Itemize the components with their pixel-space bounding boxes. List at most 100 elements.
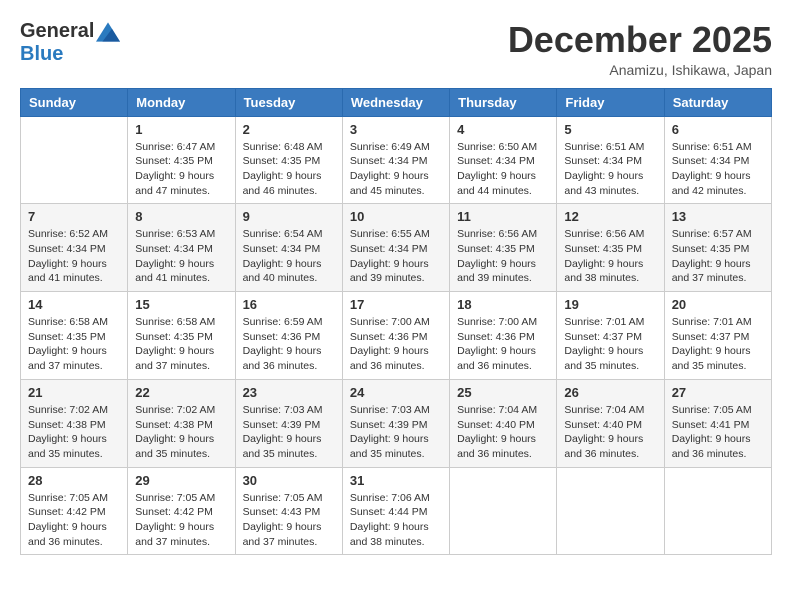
day-number: 6 <box>672 122 764 137</box>
calendar-cell: 12 Sunrise: 6:56 AM Sunset: 4:35 PM Dayli… <box>557 204 664 292</box>
calendar-cell: 6Sunrise: 6:51 AM Sunset: 4:34 PM Daylig… <box>664 116 771 204</box>
day-number: 12 <box>564 209 656 224</box>
day-info: Sunrise: 6:56 AM Sunset: 4:35 PM Dayligh… <box>457 227 549 286</box>
day-number: 26 <box>564 385 656 400</box>
day-number: 25 <box>457 385 549 400</box>
calendar-cell <box>450 467 557 555</box>
day-number: 29 <box>135 473 227 488</box>
day-info: Sunrise: 7:01 AM Sunset: 4:37 PM Dayligh… <box>564 315 656 374</box>
day-number: 11 <box>457 209 549 224</box>
day-number: 4 <box>457 122 549 137</box>
calendar-header-row: SundayMondayTuesdayWednesdayThursdayFrid… <box>21 88 772 116</box>
day-number: 30 <box>243 473 335 488</box>
day-info: Sunrise: 6:54 AM Sunset: 4:34 PM Dayligh… <box>243 227 335 286</box>
day-info: Sunrise: 6:51 AM Sunset: 4:34 PM Dayligh… <box>564 140 656 199</box>
day-info: Sunrise: 6:49 AM Sunset: 4:34 PM Dayligh… <box>350 140 442 199</box>
week-row-5: 28 Sunrise: 7:05 AM Sunset: 4:42 PM Dayli… <box>21 467 772 555</box>
day-number: 9 <box>243 209 335 224</box>
day-number: 17 <box>350 297 442 312</box>
header-tuesday: Tuesday <box>235 88 342 116</box>
day-number: 3 <box>350 122 442 137</box>
week-row-3: 14 Sunrise: 6:58 AM Sunset: 4:35 PM Dayli… <box>21 292 772 380</box>
day-info: Sunrise: 6:47 AM Sunset: 4:35 PM Dayligh… <box>135 140 227 199</box>
calendar-cell: 1 Sunrise: 6:47 AM Sunset: 4:35 PM Daylig… <box>128 116 235 204</box>
day-info: Sunrise: 7:02 AM Sunset: 4:38 PM Dayligh… <box>28 403 120 462</box>
day-info: Sunrise: 7:05 AM Sunset: 4:42 PM Dayligh… <box>28 491 120 550</box>
day-info: Sunrise: 7:05 AM Sunset: 4:42 PM Dayligh… <box>135 491 227 550</box>
day-number: 24 <box>350 385 442 400</box>
calendar-cell: 14 Sunrise: 6:58 AM Sunset: 4:35 PM Dayli… <box>21 292 128 380</box>
day-number: 2 <box>243 122 335 137</box>
day-info: Sunrise: 7:04 AM Sunset: 4:40 PM Dayligh… <box>457 403 549 462</box>
header-friday: Friday <box>557 88 664 116</box>
day-number: 31 <box>350 473 442 488</box>
calendar-cell: 4 Sunrise: 6:50 AM Sunset: 4:34 PM Daylig… <box>450 116 557 204</box>
day-info: Sunrise: 6:59 AM Sunset: 4:36 PM Dayligh… <box>243 315 335 374</box>
calendar-cell: 26 Sunrise: 7:04 AM Sunset: 4:40 PM Dayli… <box>557 379 664 467</box>
calendar-cell: 9 Sunrise: 6:54 AM Sunset: 4:34 PM Daylig… <box>235 204 342 292</box>
calendar-cell: 3 Sunrise: 6:49 AM Sunset: 4:34 PM Daylig… <box>342 116 449 204</box>
day-number: 28 <box>28 473 120 488</box>
day-number: 22 <box>135 385 227 400</box>
page-header: General Blue December 2025 Anamizu, Ishi… <box>20 20 772 78</box>
calendar-cell: 18 Sunrise: 7:00 AM Sunset: 4:36 PM Dayli… <box>450 292 557 380</box>
day-number: 14 <box>28 297 120 312</box>
day-info: Sunrise: 6:50 AM Sunset: 4:34 PM Dayligh… <box>457 140 549 199</box>
week-row-1: 1 Sunrise: 6:47 AM Sunset: 4:35 PM Daylig… <box>21 116 772 204</box>
calendar-cell: 11 Sunrise: 6:56 AM Sunset: 4:35 PM Dayli… <box>450 204 557 292</box>
week-row-2: 7Sunrise: 6:52 AM Sunset: 4:34 PM Daylig… <box>21 204 772 292</box>
calendar-cell: 23 Sunrise: 7:03 AM Sunset: 4:39 PM Dayli… <box>235 379 342 467</box>
calendar-cell <box>21 116 128 204</box>
day-info: Sunrise: 7:01 AM Sunset: 4:37 PM Dayligh… <box>672 315 764 374</box>
calendar-cell: 8 Sunrise: 6:53 AM Sunset: 4:34 PM Daylig… <box>128 204 235 292</box>
logo-icon <box>96 22 120 42</box>
day-info: Sunrise: 6:53 AM Sunset: 4:34 PM Dayligh… <box>135 227 227 286</box>
calendar-cell: 17 Sunrise: 7:00 AM Sunset: 4:36 PM Dayli… <box>342 292 449 380</box>
day-number: 21 <box>28 385 120 400</box>
week-row-4: 21 Sunrise: 7:02 AM Sunset: 4:38 PM Dayli… <box>21 379 772 467</box>
day-info: Sunrise: 7:00 AM Sunset: 4:36 PM Dayligh… <box>350 315 442 374</box>
day-info: Sunrise: 7:03 AM Sunset: 4:39 PM Dayligh… <box>350 403 442 462</box>
calendar-cell: 24 Sunrise: 7:03 AM Sunset: 4:39 PM Dayli… <box>342 379 449 467</box>
day-number: 8 <box>135 209 227 224</box>
day-number: 1 <box>135 122 227 137</box>
header-sunday: Sunday <box>21 88 128 116</box>
calendar-cell: 7Sunrise: 6:52 AM Sunset: 4:34 PM Daylig… <box>21 204 128 292</box>
calendar-cell <box>557 467 664 555</box>
day-number: 27 <box>672 385 764 400</box>
calendar-cell: 20Sunrise: 7:01 AM Sunset: 4:37 PM Dayli… <box>664 292 771 380</box>
day-info: Sunrise: 7:05 AM Sunset: 4:43 PM Dayligh… <box>243 491 335 550</box>
day-info: Sunrise: 7:04 AM Sunset: 4:40 PM Dayligh… <box>564 403 656 462</box>
day-info: Sunrise: 7:06 AM Sunset: 4:44 PM Dayligh… <box>350 491 442 550</box>
calendar-cell: 10Sunrise: 6:55 AM Sunset: 4:34 PM Dayli… <box>342 204 449 292</box>
day-number: 23 <box>243 385 335 400</box>
calendar-cell: 27 Sunrise: 7:05 AM Sunset: 4:41 PM Dayli… <box>664 379 771 467</box>
day-number: 19 <box>564 297 656 312</box>
day-info: Sunrise: 7:02 AM Sunset: 4:38 PM Dayligh… <box>135 403 227 462</box>
day-info: Sunrise: 6:57 AM Sunset: 4:35 PM Dayligh… <box>672 227 764 286</box>
day-info: Sunrise: 6:52 AM Sunset: 4:34 PM Dayligh… <box>28 227 120 286</box>
day-info: Sunrise: 7:00 AM Sunset: 4:36 PM Dayligh… <box>457 315 549 374</box>
day-info: Sunrise: 6:58 AM Sunset: 4:35 PM Dayligh… <box>135 315 227 374</box>
day-info: Sunrise: 7:03 AM Sunset: 4:39 PM Dayligh… <box>243 403 335 462</box>
calendar-cell: 2Sunrise: 6:48 AM Sunset: 4:35 PM Daylig… <box>235 116 342 204</box>
calendar-cell: 15Sunrise: 6:58 AM Sunset: 4:35 PM Dayli… <box>128 292 235 380</box>
calendar-cell: 31 Sunrise: 7:06 AM Sunset: 4:44 PM Dayli… <box>342 467 449 555</box>
calendar-cell: 5 Sunrise: 6:51 AM Sunset: 4:34 PM Daylig… <box>557 116 664 204</box>
header-monday: Monday <box>128 88 235 116</box>
calendar-cell: 21 Sunrise: 7:02 AM Sunset: 4:38 PM Dayli… <box>21 379 128 467</box>
logo-blue-text: Blue <box>20 43 63 66</box>
day-info: Sunrise: 6:58 AM Sunset: 4:35 PM Dayligh… <box>28 315 120 374</box>
day-info: Sunrise: 6:56 AM Sunset: 4:35 PM Dayligh… <box>564 227 656 286</box>
day-number: 18 <box>457 297 549 312</box>
title-section: December 2025 Anamizu, Ishikawa, Japan <box>508 20 772 78</box>
header-wednesday: Wednesday <box>342 88 449 116</box>
header-saturday: Saturday <box>664 88 771 116</box>
day-number: 5 <box>564 122 656 137</box>
location-text: Anamizu, Ishikawa, Japan <box>508 62 772 78</box>
day-info: Sunrise: 7:05 AM Sunset: 4:41 PM Dayligh… <box>672 403 764 462</box>
calendar-cell: 22 Sunrise: 7:02 AM Sunset: 4:38 PM Dayli… <box>128 379 235 467</box>
calendar-cell: 25 Sunrise: 7:04 AM Sunset: 4:40 PM Dayli… <box>450 379 557 467</box>
calendar-table: SundayMondayTuesdayWednesdayThursdayFrid… <box>20 88 772 556</box>
calendar-cell: 30 Sunrise: 7:05 AM Sunset: 4:43 PM Dayli… <box>235 467 342 555</box>
